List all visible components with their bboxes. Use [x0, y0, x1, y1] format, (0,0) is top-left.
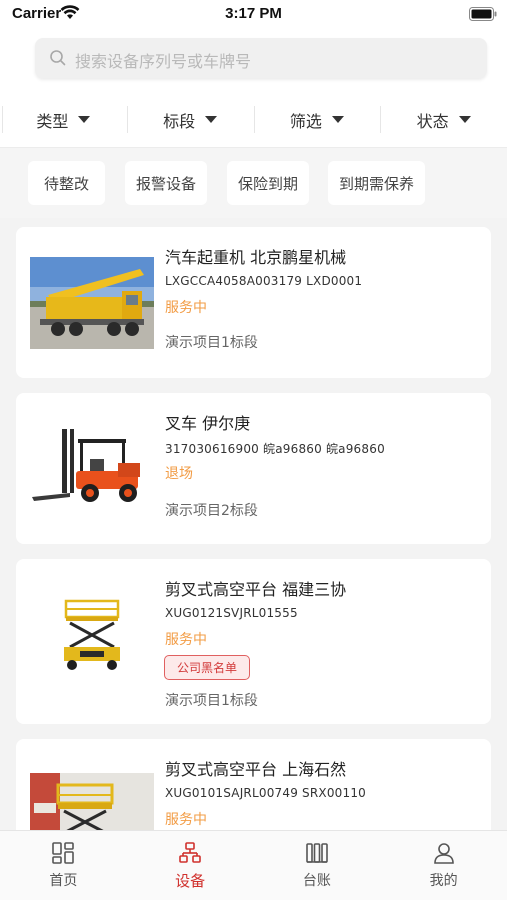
- filter-status-dropdown[interactable]: 状态: [380, 92, 507, 147]
- tab-profile-label: 我的: [429, 873, 458, 889]
- equipment-status: 退场: [165, 466, 193, 482]
- tab-equipment-label: 设备: [175, 872, 206, 890]
- tab-home[interactable]: 首页: [0, 831, 127, 900]
- equipment-title: 剪叉式高空平台 福建三协: [165, 580, 347, 599]
- equipment-card[interactable]: 叉车 伊尔庚 317030616900 皖a96860 皖a96860 退场 演…: [16, 393, 491, 544]
- home-grid-icon: [52, 842, 75, 864]
- filter-status-label: 状态: [416, 111, 449, 131]
- filter-type-dropdown[interactable]: 类型: [0, 92, 127, 147]
- filter-screen-dropdown[interactable]: 筛选: [253, 92, 381, 147]
- quick-tag-bar: 待整改 报警设备 保险到期 到期需保养: [0, 148, 507, 218]
- caret-down-icon: [78, 116, 91, 123]
- tab-home-label: 首页: [49, 873, 78, 889]
- tag-alarm-equipment[interactable]: 报警设备: [125, 161, 207, 205]
- equipment-status: 服务中: [165, 300, 207, 316]
- tag-maintenance-due[interactable]: 到期需保养: [328, 161, 425, 205]
- tab-profile[interactable]: 我的: [380, 831, 507, 900]
- search-input[interactable]: 搜索设备序列号或车牌号: [35, 38, 487, 78]
- filter-screen-label: 筛选: [289, 111, 322, 131]
- forklift-photo: [30, 423, 154, 515]
- profile-icon: [433, 843, 454, 864]
- battery-icon: [469, 7, 497, 21]
- caret-down-icon: [205, 116, 218, 123]
- equipment-project: 演示项目2标段: [165, 503, 258, 519]
- tab-ledger[interactable]: 台账: [254, 831, 381, 900]
- search-placeholder: 搜索设备序列号或车牌号: [75, 52, 252, 71]
- equipment-status: 服务中: [165, 632, 207, 648]
- equipment-status: 服务中: [165, 812, 207, 828]
- crane-truck-photo: [30, 257, 154, 349]
- tag-insurance-expiry[interactable]: 保险到期: [227, 161, 309, 205]
- filter-section-label: 标段: [163, 111, 196, 131]
- search-area: 搜索设备序列号或车牌号: [0, 30, 507, 92]
- blacklist-badge: 公司黑名单: [164, 655, 251, 680]
- equipment-card[interactable]: 剪叉式高空平台 福建三协 XUG0121SVJRL01555 服务中 公司黑名单…: [16, 559, 491, 724]
- filter-bar: 类型 标段 筛选 状态: [0, 92, 507, 148]
- caret-down-icon: [458, 116, 471, 123]
- equipment-card[interactable]: 汽车起重机 北京鹏星机械 LXGCCA4058A003179 LXD0001 服…: [16, 227, 491, 378]
- equipment-title: 汽车起重机 北京鹏星机械: [165, 248, 347, 267]
- tab-ledger-label: 台账: [302, 873, 331, 889]
- equipment-project: 演示项目1标段: [165, 693, 258, 709]
- caret-down-icon: [331, 116, 344, 123]
- equipment-project: 演示项目1标段: [165, 335, 258, 351]
- equipment-serial: 317030616900 皖a96860 皖a96860: [165, 442, 385, 456]
- search-icon: [50, 50, 66, 66]
- equipment-serial: LXGCCA4058A003179 LXD0001: [165, 274, 363, 288]
- status-bar: Carrier 3:17 PM: [0, 0, 507, 30]
- status-time: 3:17 PM: [225, 5, 282, 22]
- equipment-title: 剪叉式高空平台 上海石然: [165, 760, 347, 779]
- scissor-lift-photo: [30, 595, 154, 687]
- ledger-icon: [306, 843, 328, 863]
- equipment-serial: XUG0101SAJRL00749 SRX00110: [165, 786, 366, 800]
- equipment-serial: XUG0121SVJRL01555: [165, 606, 298, 620]
- equipment-title: 叉车 伊尔庚: [165, 414, 251, 433]
- filter-type-label: 类型: [36, 111, 69, 131]
- tag-pending-rectify[interactable]: 待整改: [28, 161, 105, 205]
- equipment-icon: [179, 842, 201, 863]
- tab-equipment[interactable]: 设备: [127, 831, 254, 900]
- bottom-tab-bar: 首页 设备 台账 我的: [0, 830, 507, 900]
- filter-section-dropdown[interactable]: 标段: [126, 92, 254, 147]
